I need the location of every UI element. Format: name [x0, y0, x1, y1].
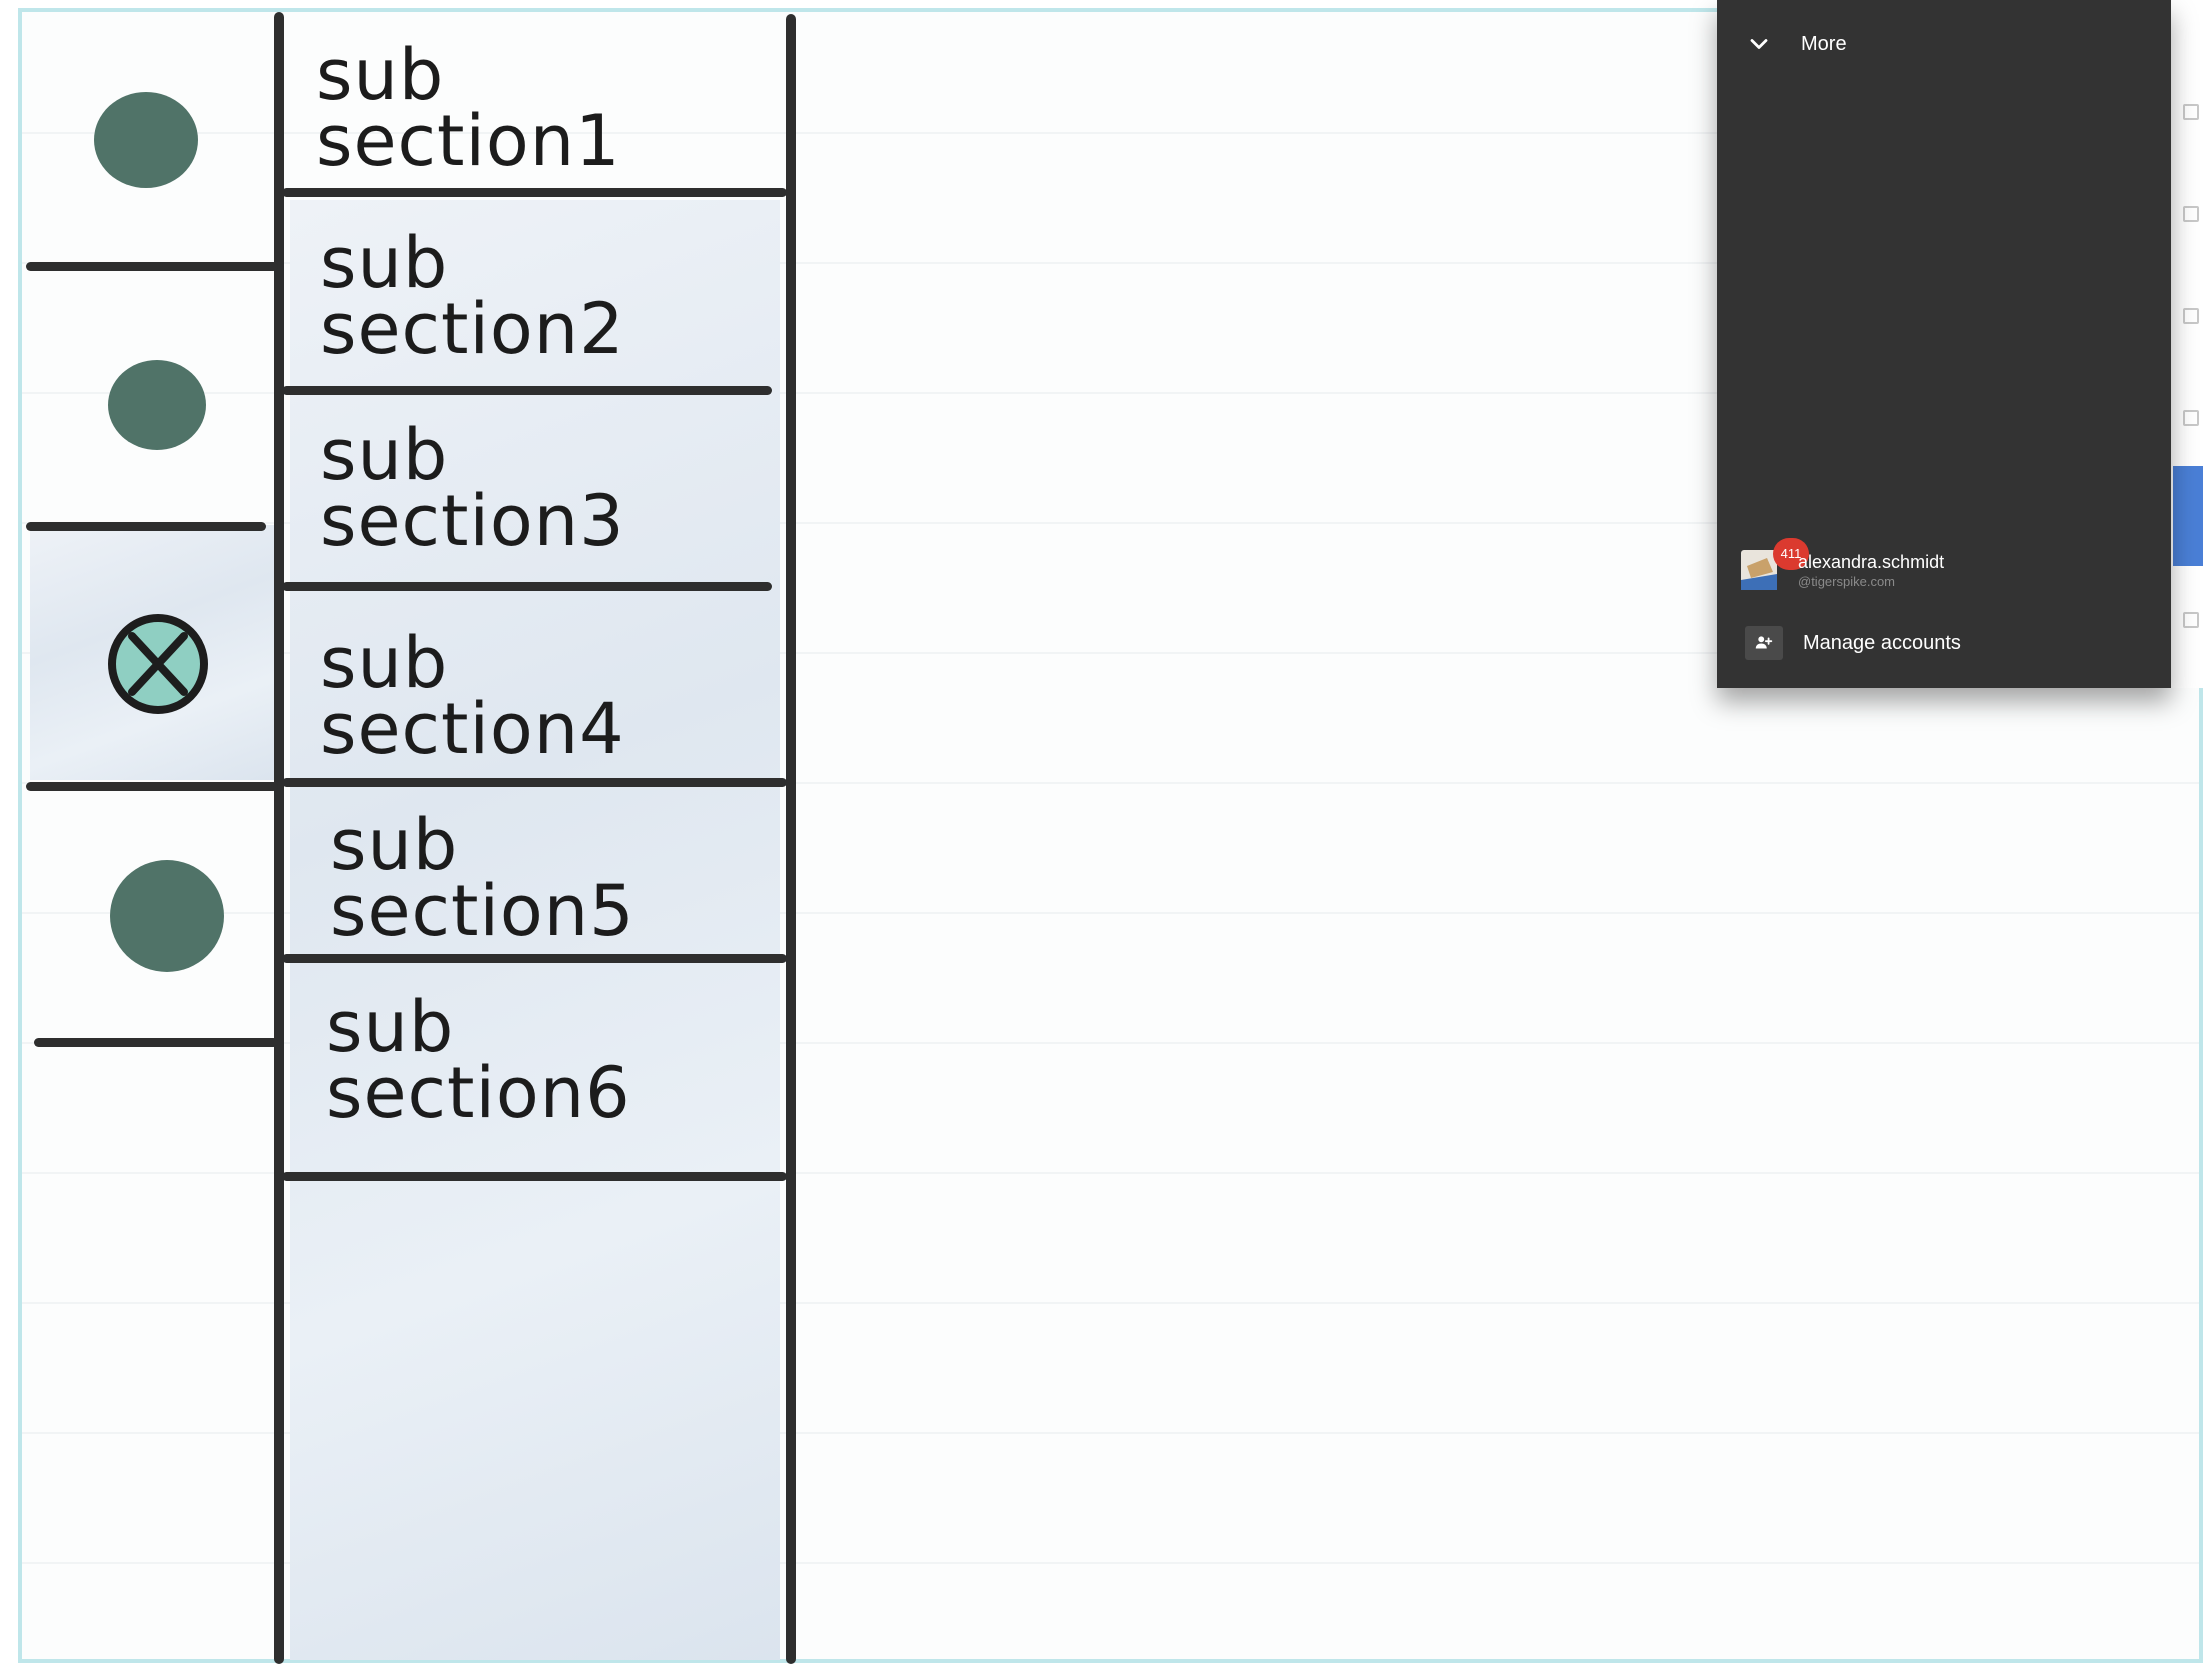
more-toggle[interactable]: More — [1745, 24, 1847, 64]
subsection-5-label[interactable]: sub section5 — [330, 810, 635, 946]
row-checkbox[interactable] — [2183, 308, 2199, 324]
subsection-6-label[interactable]: sub section6 — [326, 992, 631, 1128]
sketch-divider-left — [274, 12, 284, 1664]
screen: sub section1 sub section2 sub section3 s… — [0, 0, 2203, 1668]
row-checkbox[interactable] — [2183, 410, 2199, 426]
subsection-1-label[interactable]: sub section1 — [316, 40, 621, 176]
sketch-divider-right — [786, 14, 796, 1664]
message-list-edge — [2171, 0, 2203, 688]
account-email: @tigerspike.com — [1798, 574, 1896, 589]
subsection-5-marker-dot — [110, 860, 224, 972]
subsection-2-marker-dot — [108, 360, 206, 450]
subsection-2-label[interactable]: sub section2 — [320, 228, 625, 364]
manage-accounts-button[interactable]: Manage accounts — [1745, 622, 1961, 664]
row-checkbox[interactable] — [2183, 612, 2199, 628]
account-switcher-panel: More 411 alexandra.schmidt @tigerspike.c… — [1717, 0, 2171, 688]
chevron-down-icon — [1750, 39, 1768, 49]
row-checkbox[interactable] — [2183, 104, 2199, 120]
account-name: alexandra.schmidt — [1798, 552, 1945, 572]
subsection-3-label[interactable]: sub section3 — [320, 420, 625, 556]
manage-accounts-icon — [1745, 626, 1783, 660]
subsection-4-label[interactable]: sub section4 — [320, 628, 625, 764]
subsection-4-crossed-circle-icon — [108, 614, 208, 714]
manage-accounts-label: Manage accounts — [1803, 631, 1961, 654]
selected-message-row[interactable] — [2173, 466, 2203, 566]
account-item[interactable]: 411 alexandra.schmidt @tigerspike.com — [1737, 538, 2157, 600]
more-label: More — [1801, 32, 1847, 55]
row-checkbox[interactable] — [2183, 206, 2199, 222]
subsection-1-marker-dot — [94, 92, 198, 188]
